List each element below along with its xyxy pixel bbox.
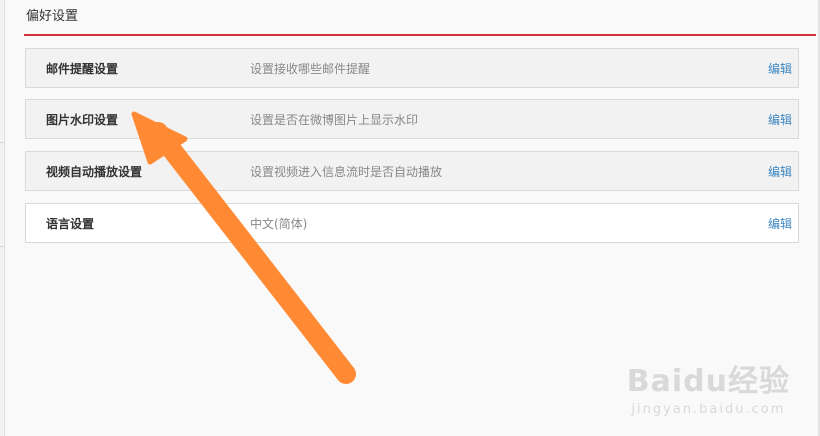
title-underline [24,34,816,36]
setting-name: 语言设置 [46,217,95,231]
watermark-url: jingyan.baidu.com [631,402,786,417]
sidebar-divider [0,246,5,247]
setting-name: 邮件提醒设置 [46,62,119,76]
setting-description: 设置视频进入信息流时是否自动播放 [250,165,443,179]
edit-link[interactable]: 编辑 [768,204,792,244]
setting-row-image-watermark: 图片水印设置 设置是否在微博图片上显示水印 编辑 [25,99,799,139]
setting-row-video-autoplay: 视频自动播放设置 设置视频进入信息流时是否自动播放 编辑 [25,151,799,191]
setting-description: 设置接收哪些邮件提醒 [250,62,371,76]
baidu-jingyan-watermark: Baidu经验 jingyan.baidu.com [627,356,790,417]
setting-row-email-notifications: 邮件提醒设置 设置接收哪些邮件提醒 编辑 [25,48,799,88]
setting-row-language: 语言设置 中文(简体) 编辑 [25,203,799,243]
setting-description: 中文(简体) [250,217,308,231]
edit-link[interactable]: 编辑 [768,49,792,89]
watermark-brand: Baidu经验 [626,364,790,399]
edit-link[interactable]: 编辑 [768,152,792,192]
setting-name: 图片水印设置 [46,113,119,127]
setting-description: 设置是否在微博图片上显示水印 [250,113,419,127]
left-sidebar-edge [0,0,5,436]
edit-link[interactable]: 编辑 [768,100,792,140]
setting-name: 视频自动播放设置 [46,165,143,179]
page-title: 偏好设置 [26,9,79,24]
sidebar-divider [0,142,5,143]
